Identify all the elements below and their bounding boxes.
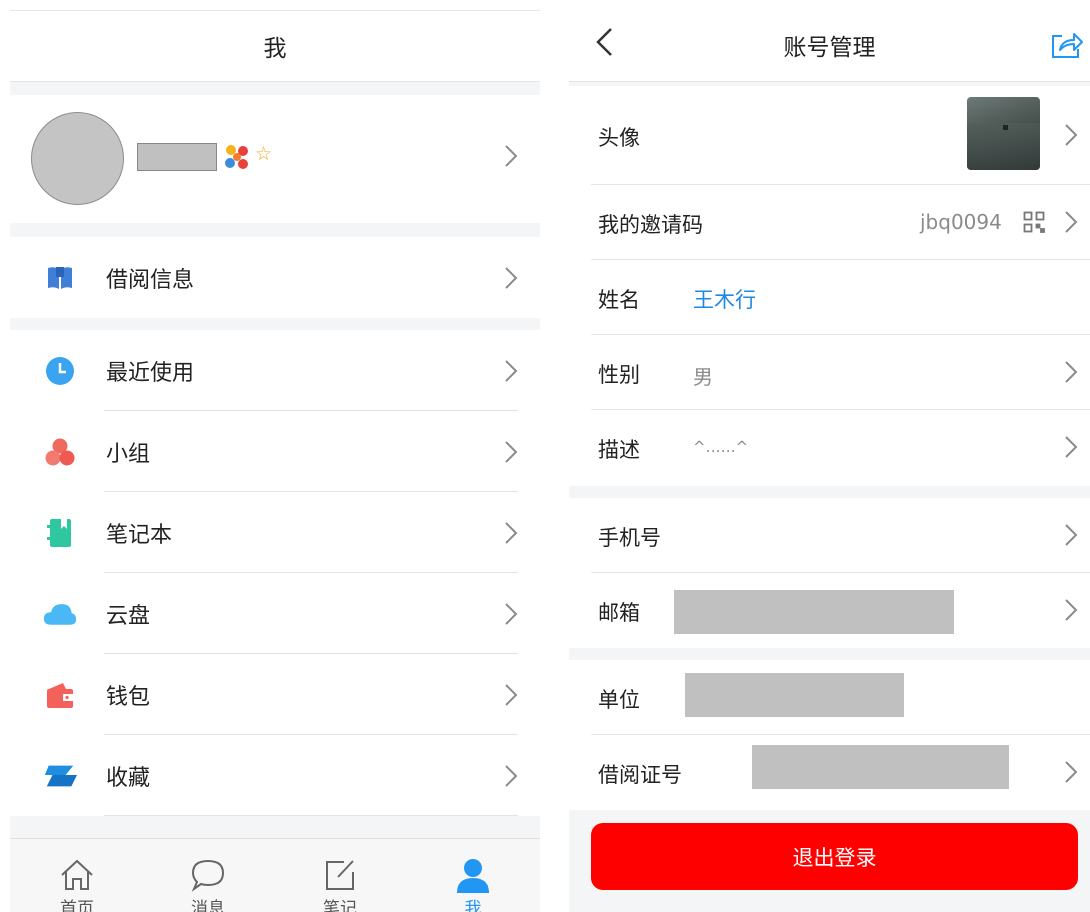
notebook-icon	[43, 517, 77, 549]
menu-item-label: 笔记本	[106, 522, 173, 548]
row-label: 性别	[598, 363, 640, 387]
logout-button[interactable]: 退出登录	[591, 823, 1078, 890]
divider	[104, 815, 518, 816]
row-label: 姓名	[598, 288, 640, 312]
chevron-right-icon	[504, 683, 518, 707]
row-label: 手机号	[598, 526, 661, 550]
row-label: 邮箱	[598, 601, 640, 625]
chevron-right-icon	[504, 359, 518, 383]
row-label: 单位	[598, 688, 640, 712]
organization-group: 单位 借阅证号	[569, 660, 1090, 810]
tab-home[interactable]: 首页	[37, 839, 117, 912]
menu-item-recent[interactable]: 最近使用	[10, 330, 540, 411]
page-title: 我	[263, 36, 287, 62]
row-avatar[interactable]: 头像	[569, 86, 1090, 185]
wallet-icon	[43, 679, 77, 711]
name-value: 王木行	[693, 288, 756, 312]
tab-label: 消息	[191, 899, 225, 912]
favorites-icon	[43, 760, 77, 792]
row-label: 描述	[598, 438, 640, 462]
chevron-right-icon	[1064, 123, 1078, 151]
chevron-right-icon	[1064, 523, 1078, 551]
username-redacted	[137, 143, 217, 171]
qrcode-icon[interactable]	[1023, 211, 1045, 237]
row-library-card[interactable]: 借阅证号	[569, 735, 1090, 810]
tab-me[interactable]: 我	[433, 839, 513, 912]
account-management-screen: 账号管理 头像 我的邀请码 jbq0094 姓名 王木行 性别 男 描述 ^………	[569, 0, 1090, 912]
chevron-right-icon	[504, 266, 518, 290]
chevron-right-icon	[504, 764, 518, 788]
me-screen: 我 ☆ 借阅信息 最近使用 小组 笔记本 云盘 钱包 收藏 首页 消息 笔记 我	[10, 10, 540, 912]
profile-info-group: 头像 我的邀请码 jbq0094 姓名 王木行 性别 男 描述 ^……^	[569, 86, 1090, 486]
chevron-right-icon	[504, 440, 518, 464]
menu-item-cloud[interactable]: 云盘	[10, 573, 540, 654]
chevron-right-icon	[1064, 598, 1078, 626]
logout-label: 退出登录	[792, 845, 877, 870]
gender-value: 男	[693, 365, 713, 389]
chevron-right-icon	[1064, 435, 1078, 463]
me-title-bar: 我	[10, 11, 540, 82]
avatar-thumbnail[interactable]	[967, 97, 1040, 170]
note-icon	[326, 860, 354, 890]
profile-card[interactable]: ☆	[10, 95, 540, 223]
chevron-right-icon	[504, 602, 518, 626]
chevron-right-icon	[504, 144, 518, 168]
row-gender[interactable]: 性别 男	[569, 335, 1090, 410]
row-invite-code[interactable]: 我的邀请码 jbq0094	[569, 185, 1090, 260]
menu-item-label: 借阅信息	[106, 267, 195, 293]
contact-group: 手机号 邮箱	[569, 498, 1090, 648]
bottom-tab-bar: 首页 消息 笔记 我	[10, 838, 540, 912]
tab-label: 笔记	[323, 899, 357, 912]
email-redacted	[674, 590, 954, 634]
menu-item-label: 小组	[106, 441, 151, 467]
row-unit[interactable]: 单位	[569, 660, 1090, 735]
menu-item-label: 收藏	[106, 765, 151, 791]
menu-group-borrow: 借阅信息	[10, 237, 540, 318]
group-icon	[43, 436, 77, 468]
tab-label: 我	[464, 899, 482, 912]
menu-item-favorites[interactable]: 收藏	[10, 735, 540, 816]
menu-item-notebook[interactable]: 笔记本	[10, 492, 540, 573]
menu-item-label: 云盘	[106, 603, 151, 629]
tab-messages[interactable]: 消息	[168, 839, 248, 912]
flower-badge-icon	[225, 145, 248, 169]
share-icon[interactable]	[1050, 30, 1084, 64]
menu-item-label: 钱包	[106, 684, 151, 710]
row-description[interactable]: 描述 ^……^	[569, 410, 1090, 485]
row-label: 我的邀请码	[598, 213, 703, 237]
invite-code-value: jbq0094	[920, 210, 1002, 234]
row-phone[interactable]: 手机号	[569, 498, 1090, 573]
home-icon	[61, 859, 93, 890]
chevron-right-icon	[1064, 360, 1078, 388]
menu-item-label: 最近使用	[106, 360, 195, 386]
chevron-right-icon	[504, 521, 518, 545]
menu-group-main: 最近使用 小组 笔记本 云盘 钱包 收藏	[10, 330, 540, 816]
cloud-icon	[43, 598, 77, 630]
tab-label: 首页	[60, 899, 94, 912]
account-header: 账号管理	[569, 0, 1090, 82]
chevron-right-icon	[1064, 210, 1078, 238]
description-value: ^……^	[693, 438, 749, 456]
chevron-right-icon	[1064, 760, 1078, 788]
tab-notes[interactable]: 笔记	[300, 839, 380, 912]
unit-redacted	[685, 673, 904, 717]
avatar[interactable]	[31, 112, 124, 205]
row-label: 头像	[598, 126, 640, 150]
row-label: 借阅证号	[598, 763, 682, 787]
clock-icon	[43, 355, 77, 387]
person-icon	[457, 859, 489, 893]
book-icon	[43, 262, 77, 294]
menu-item-wallet[interactable]: 钱包	[10, 654, 540, 735]
row-name[interactable]: 姓名 王木行	[569, 260, 1090, 335]
row-email[interactable]: 邮箱	[569, 573, 1090, 648]
menu-item-borrow-info[interactable]: 借阅信息	[10, 237, 540, 318]
page-title: 账号管理	[783, 35, 876, 61]
card-number-redacted	[752, 745, 1009, 789]
star-outline-icon: ☆	[255, 143, 273, 165]
menu-item-group[interactable]: 小组	[10, 411, 540, 492]
message-icon	[191, 859, 225, 892]
